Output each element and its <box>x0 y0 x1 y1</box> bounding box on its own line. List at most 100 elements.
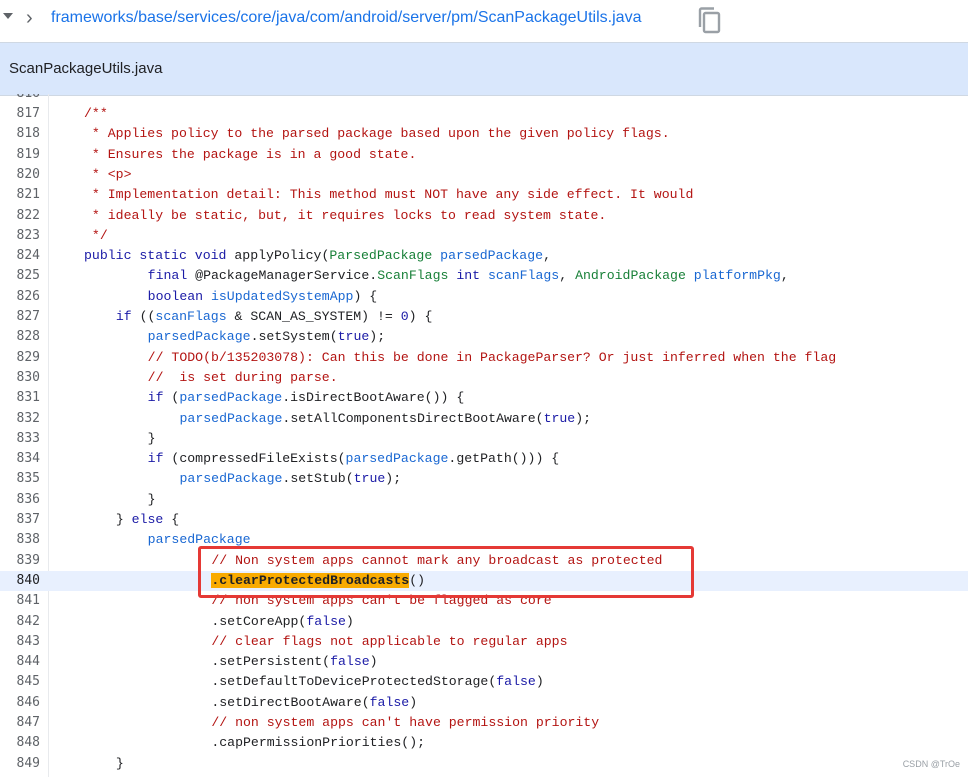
line-number[interactable]: 822 <box>0 206 40 226</box>
line-number[interactable]: 839 <box>0 551 40 571</box>
code-token: * <p> <box>84 166 132 182</box>
code-token: scanFlags <box>488 268 560 284</box>
code-token: ScanFlags <box>377 268 449 284</box>
code-token: platformPkg <box>693 268 781 284</box>
line-number[interactable]: 831 <box>0 388 40 408</box>
code-token: ); <box>385 471 402 487</box>
code-token: false <box>369 694 410 710</box>
line-number[interactable]: 849 <box>0 754 40 774</box>
line-number[interactable]: 837 <box>0 510 40 530</box>
code-token: isUpdatedSystemApp <box>210 288 354 304</box>
line-number[interactable]: 818 <box>0 124 40 144</box>
code-text: if (compressedFileExists(parsedPackage.g… <box>148 449 560 469</box>
code-line: 833} <box>0 429 968 449</box>
code-token: * Implementation detail: This method mus… <box>84 187 694 203</box>
code-text: public static void applyPolicy(ParsedPac… <box>84 246 551 266</box>
line-number[interactable]: 825 <box>0 266 40 286</box>
line-number[interactable]: 828 <box>0 327 40 347</box>
code-text: * <p> <box>84 165 132 185</box>
code-token: ); <box>369 329 386 345</box>
code-token: final <box>147 268 196 284</box>
code-line: 830 // is set during parse. <box>0 368 968 388</box>
code-token: parsedPackage <box>440 248 544 264</box>
caret-down-icon[interactable] <box>3 13 13 19</box>
code-token: , <box>559 268 576 284</box>
code-token: parsedPackage <box>147 329 251 345</box>
code-token: // non system apps can't have permission… <box>211 715 600 730</box>
line-number[interactable]: 823 <box>0 226 40 246</box>
code-text: .setCoreApp(false) <box>211 612 353 632</box>
line-number[interactable]: 843 <box>0 632 40 652</box>
code-line: 820 * <p> <box>0 165 968 185</box>
code-token: AndroidPackage <box>575 268 686 284</box>
code-text: if ((scanFlags & SCAN_AS_SYSTEM) != 0) { <box>116 307 433 327</box>
code-line: 818 * Applies policy to the parsed packa… <box>0 124 968 144</box>
code-token: parsedPackage <box>179 471 283 487</box>
line-number[interactable]: 829 <box>0 348 40 368</box>
code-text: * Applies policy to the parsed package b… <box>84 124 670 144</box>
watermark: CSDN @TrOe <box>902 759 960 769</box>
code-text: parsedPackage.setStub(true); <box>180 469 402 489</box>
code-line: 843 // clear flags not applicable to regu… <box>0 632 968 652</box>
line-number[interactable]: 816 <box>0 94 40 104</box>
code-line: 826 boolean isUpdatedSystemApp) { <box>0 287 968 307</box>
line-number[interactable]: 817 <box>0 104 40 124</box>
code-line: 827 if ((scanFlags & SCAN_AS_SYSTEM) != 0… <box>0 307 968 327</box>
line-number[interactable]: 832 <box>0 409 40 429</box>
code-token: ParsedPackage <box>329 248 433 264</box>
code-text: } else { <box>116 510 179 530</box>
code-line: 845 .setDefaultToDeviceProtectedStorage(f… <box>0 672 968 692</box>
line-number[interactable]: 846 <box>0 693 40 713</box>
code-text: // non system apps can't have permission… <box>211 713 599 733</box>
code-token: applyPolicy <box>234 248 322 264</box>
code-line: 825 final @PackageManagerService.ScanFlag… <box>0 266 968 286</box>
line-number[interactable]: 826 <box>0 287 40 307</box>
code-token: ) { <box>408 309 433 324</box>
line-number[interactable]: 844 <box>0 652 40 672</box>
code-line: 837 } else { <box>0 510 968 530</box>
code-line: 817 /** <box>0 104 968 124</box>
line-number[interactable]: 836 <box>0 490 40 510</box>
code-line: 847 // non system apps can't have permiss… <box>0 713 968 733</box>
code-token: if <box>147 451 172 467</box>
line-number[interactable]: 824 <box>0 246 40 266</box>
line-number[interactable]: 830 <box>0 368 40 388</box>
code-text: } <box>116 754 124 774</box>
line-number[interactable]: 834 <box>0 449 40 469</box>
code-text: // is set during parse. <box>148 368 338 388</box>
line-number[interactable]: 847 <box>0 713 40 733</box>
code-token: & SCAN_AS_SYSTEM) != <box>226 309 401 324</box>
code-text: .setDefaultToDeviceProtectedStorage(fals… <box>211 672 543 692</box>
line-number[interactable]: 833 <box>0 429 40 449</box>
code-line: 832 parsedPackage.setAllComponentsDirectB… <box>0 409 968 429</box>
code-token: (( <box>139 309 156 324</box>
code-token: false <box>496 674 536 690</box>
file-header: ScanPackageUtils.java <box>0 42 968 96</box>
code-text: boolean isUpdatedSystemApp) { <box>148 287 378 307</box>
code-token: true <box>353 471 386 487</box>
line-number[interactable]: 835 <box>0 469 40 489</box>
line-number[interactable]: 820 <box>0 165 40 185</box>
code-text: .setDirectBootAware(false) <box>211 693 417 713</box>
breadcrumb-path-link[interactable]: frameworks/base/services/core/java/com/a… <box>51 9 641 27</box>
code-token: .getPath())) { <box>448 451 560 467</box>
code-token: ) <box>535 674 544 690</box>
code-line: 829 // TODO(b/135203078): Can this be don… <box>0 348 968 368</box>
code-view: 816817 /** 818 * Applies policy to the par… <box>0 94 968 777</box>
copy-icon[interactable] <box>697 6 723 34</box>
line-number[interactable]: 848 <box>0 733 40 753</box>
line-number[interactable]: 838 <box>0 530 40 550</box>
line-number[interactable]: 840 <box>0 571 40 591</box>
code-token: if <box>147 390 172 406</box>
code-token: parsedPackage <box>345 451 449 467</box>
line-number[interactable]: 821 <box>0 185 40 205</box>
code-token: { <box>163 512 180 527</box>
line-number[interactable]: 842 <box>0 612 40 632</box>
code-text: .capPermissionPriorities(); <box>211 733 425 753</box>
line-number[interactable]: 841 <box>0 591 40 611</box>
line-number[interactable]: 827 <box>0 307 40 327</box>
code-token: .setSystem( <box>250 329 338 345</box>
line-number[interactable]: 819 <box>0 145 40 165</box>
line-number[interactable]: 845 <box>0 672 40 692</box>
